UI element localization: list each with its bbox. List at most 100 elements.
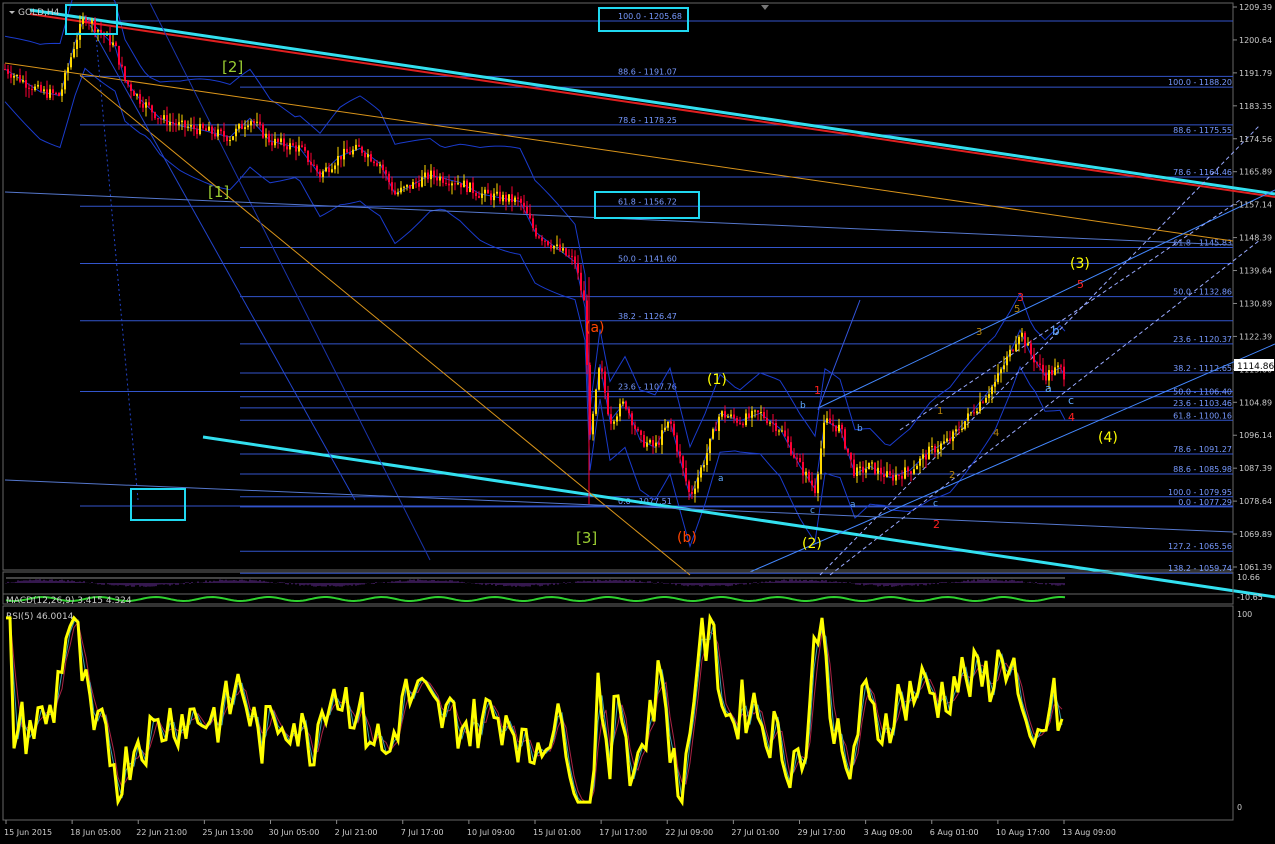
upper-trendline-cyan[interactable] <box>29 8 1275 196</box>
price-axis-label: 1122.39 <box>1239 332 1272 341</box>
candle-body <box>433 170 435 177</box>
candle-body <box>853 459 855 476</box>
candle-body <box>958 429 960 431</box>
candle-body <box>928 446 930 460</box>
wave-label[interactable]: [2] <box>222 58 243 76</box>
trend-lines[interactable] <box>4 2 1275 599</box>
wave-labels[interactable]: [2] [1] [3] (a) (b) (1) (2) (3) (4) 1 2 3 4 5 1 2 3 4 5 a b c… <box>208 58 1118 552</box>
wave-label[interactable]: 1 <box>814 384 821 397</box>
wave-label[interactable]: (4) <box>1098 430 1118 446</box>
wave-label[interactable]: 5 <box>1014 304 1020 315</box>
candle-body <box>931 446 933 448</box>
wave-label[interactable]: (3) <box>1070 256 1090 272</box>
candle-body <box>724 411 726 418</box>
candle-body <box>694 488 696 494</box>
candle-body <box>70 57 72 68</box>
time-axis-label: 3 Aug 09:00 <box>864 828 913 837</box>
wave-label[interactable]: 5 <box>1077 278 1084 291</box>
symbol-dropdown-icon[interactable] <box>9 11 15 14</box>
wave-label[interactable]: a <box>850 500 856 510</box>
candle-body <box>655 442 657 447</box>
fan-line-blue-3[interactable] <box>149 2 431 561</box>
wave-label[interactable]: c <box>933 499 938 509</box>
trading-terminal: 100.0 - 1205.68 88.6 - 1191.07 78.6 - 1178… <box>0 0 1275 840</box>
candle-body <box>640 430 642 435</box>
candle-body <box>613 421 615 424</box>
candle-body <box>766 418 768 424</box>
candle-body <box>676 435 678 452</box>
candle-body <box>379 164 381 166</box>
wave-label[interactable]: b <box>1052 324 1060 338</box>
candle-body <box>235 128 237 137</box>
candle-body <box>307 150 309 162</box>
candle-body <box>16 75 18 77</box>
wave-label[interactable]: (1) <box>707 372 727 388</box>
wave-label[interactable]: a <box>718 474 724 484</box>
candle-body <box>541 237 543 241</box>
candle-body <box>49 89 51 98</box>
candle-body <box>808 471 810 481</box>
candle-body <box>484 189 486 194</box>
candle-body <box>118 45 120 65</box>
wave-label[interactable]: (2) <box>802 536 822 552</box>
candle-body <box>982 401 984 403</box>
candle-body <box>487 189 489 194</box>
wave-label[interactable]: (b) <box>677 530 697 546</box>
candle-body <box>601 368 603 372</box>
candle-body <box>196 129 198 135</box>
candle-body <box>151 105 153 113</box>
shift-marker-icon[interactable] <box>761 5 769 10</box>
chart-canvas[interactable]: 100.0 - 1205.68 88.6 - 1191.07 78.6 - 1178… <box>0 0 1275 840</box>
fan-line-orange-1[interactable] <box>4 62 1234 242</box>
candle-body <box>73 49 75 58</box>
upper-trendline-red[interactable] <box>29 13 1275 198</box>
wave-label[interactable]: 4 <box>993 428 999 439</box>
wave-label[interactable]: [3] <box>576 529 597 547</box>
rsi-panel: RSI(5) 46.0014 100 0 <box>2 605 1252 821</box>
candle-body <box>514 197 516 203</box>
wave-label[interactable]: 3 <box>1017 291 1024 304</box>
ray-line-b[interactable] <box>817 299 861 411</box>
fib-label-right: 88.6 - 1085.98 <box>1173 465 1232 474</box>
candle-body <box>544 240 546 242</box>
candle-body <box>19 75 21 82</box>
rsi-line <box>6 612 1064 807</box>
wave-label[interactable]: a <box>1045 382 1052 395</box>
wave-label[interactable]: b <box>800 401 806 411</box>
wave-label[interactable]: (a) <box>585 320 605 336</box>
candle-body <box>298 145 300 152</box>
price-axis-label: 1200.64 <box>1239 36 1272 45</box>
candle-body <box>883 474 885 477</box>
fib-label-left: 61.8 - 1156.72 <box>618 197 677 206</box>
wave-label[interactable]: 2 <box>949 470 955 481</box>
candle-body <box>679 451 681 457</box>
channel-line-dashed-1[interactable] <box>819 124 1261 576</box>
candle-body <box>424 172 426 178</box>
wave-label[interactable]: 2 <box>933 518 940 531</box>
highlight-box-bottom-left[interactable] <box>130 488 186 521</box>
candle-body <box>406 184 408 187</box>
fan-line-blue-2[interactable] <box>89 24 356 501</box>
candle-body <box>556 244 558 246</box>
candle-body <box>874 462 876 474</box>
wave-label[interactable]: c <box>810 506 815 516</box>
candle-body <box>877 467 879 474</box>
wave-label[interactable]: 4 <box>1068 411 1075 424</box>
price-axis-label: 1078.64 <box>1239 497 1272 506</box>
candle-body <box>439 176 441 181</box>
candle-body <box>1018 336 1020 345</box>
wave-label[interactable]: c <box>1068 394 1074 407</box>
wave-label[interactable]: [1] <box>208 183 229 201</box>
wave-label[interactable]: b <box>857 424 863 434</box>
candle-body <box>208 126 210 131</box>
candle-body <box>610 414 612 424</box>
wave-label[interactable]: 1 <box>937 406 943 417</box>
candle-body <box>538 236 540 238</box>
candle-body <box>904 467 906 479</box>
wave-label[interactable]: 3 <box>976 327 982 338</box>
candle-body <box>832 423 834 426</box>
candle-body <box>385 170 387 174</box>
symbol-label: GOLD,H4 <box>18 8 60 18</box>
candle-body <box>607 392 609 415</box>
candle-body <box>709 438 711 454</box>
